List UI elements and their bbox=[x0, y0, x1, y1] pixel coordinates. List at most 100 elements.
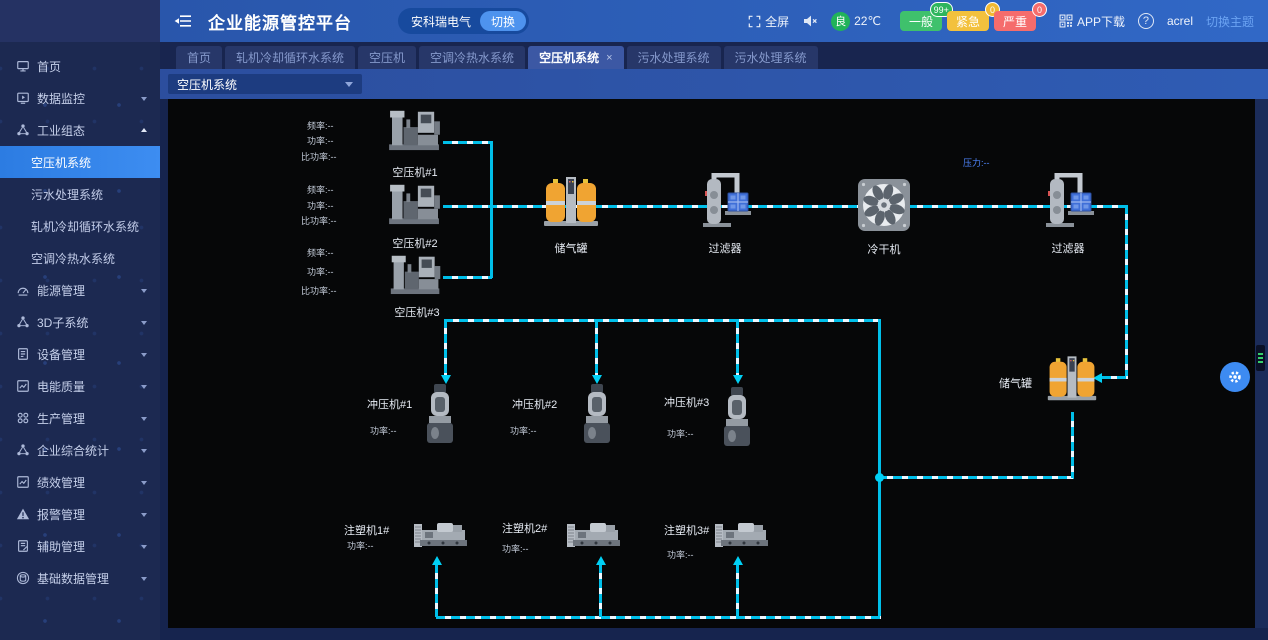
sidebar-item-power-quality[interactable]: 电能质量 bbox=[0, 370, 160, 402]
sidebar-item-label: 生产管理 bbox=[37, 410, 85, 427]
alarm-severe-badge[interactable]: 严重0 bbox=[994, 11, 1036, 31]
fullscreen-button[interactable]: 全屏 bbox=[748, 13, 789, 30]
air-compressor-3[interactable] bbox=[388, 251, 444, 296]
app-download-button[interactable]: APP下载 bbox=[1059, 13, 1125, 30]
sidebar-subitem-air-compressor[interactable]: 空压机系统 bbox=[0, 146, 160, 178]
injection-machine-1[interactable] bbox=[413, 521, 469, 551]
tab-home[interactable]: 首页 bbox=[176, 46, 222, 69]
tab-air-compressor[interactable]: 空压机 bbox=[358, 46, 416, 69]
alarm-urgent-badge[interactable]: 紧急0 bbox=[947, 11, 989, 31]
alarm-severe-label: 严重 bbox=[1003, 13, 1027, 30]
pipe-segment bbox=[443, 276, 492, 279]
sidebar-item-equipment-mgmt[interactable]: 设备管理 bbox=[0, 338, 160, 370]
nodes-icon bbox=[16, 443, 30, 457]
flow-arrow bbox=[432, 556, 442, 565]
sidebar-item-performance-mgmt[interactable]: 绩效管理 bbox=[0, 466, 160, 498]
air-compressor-1[interactable] bbox=[386, 106, 444, 152]
sidebar-item-label: 污水处理系统 bbox=[31, 186, 103, 203]
air-compressor-2[interactable] bbox=[386, 180, 444, 226]
pipe-segment bbox=[490, 141, 493, 278]
alarm-general-badge[interactable]: 一般99+ bbox=[900, 11, 942, 31]
tab-close-icon[interactable]: × bbox=[606, 52, 612, 64]
injection-machine-2[interactable] bbox=[566, 521, 622, 551]
org-pill: 安科瑞电气 切换 bbox=[398, 8, 529, 34]
tab-label: 污水处理系统 bbox=[638, 49, 710, 66]
fullscreen-icon bbox=[748, 15, 761, 28]
sidebar-item-3d-subsystem[interactable]: 3D子系统 bbox=[0, 306, 160, 338]
injection-machine-3[interactable] bbox=[714, 521, 770, 551]
sidebar-item-energy-mgmt[interactable]: 能源管理 bbox=[0, 274, 160, 306]
equipment-label: 冲压机#2 bbox=[512, 396, 557, 412]
scrollbar-thumb[interactable] bbox=[1256, 345, 1265, 371]
chevron-down-icon bbox=[141, 417, 147, 424]
equipment-label: 冷干机 bbox=[856, 241, 912, 257]
filter-2[interactable] bbox=[1040, 173, 1096, 229]
equipment-label: 空压机#2 bbox=[386, 235, 444, 251]
param-specific-power: 比功率:-- bbox=[301, 284, 337, 297]
param-power: 功率:-- bbox=[347, 539, 374, 552]
nodes-icon bbox=[16, 315, 30, 329]
tab-sewage-2[interactable]: 污水处理系统 bbox=[724, 46, 818, 69]
tab-label: 空压机 bbox=[369, 49, 405, 66]
sidebar-subitem-sewage[interactable]: 污水处理系统 bbox=[0, 178, 160, 210]
sidebar-item-label: 轧机冷却循环水系统 bbox=[31, 218, 139, 235]
weather-widget: 良22℃ bbox=[831, 12, 881, 31]
pipe-segment bbox=[1125, 205, 1128, 379]
settings-fab-button[interactable] bbox=[1220, 362, 1250, 392]
sidebar-item-base-data-mgmt[interactable]: 基础数据管理 bbox=[0, 562, 160, 594]
gas-storage-tank-1[interactable] bbox=[542, 171, 600, 229]
chevron-up-icon bbox=[141, 125, 147, 132]
equipment-label: 注塑机3# bbox=[664, 522, 709, 538]
sidebar-item-label: 工业组态 bbox=[37, 122, 85, 139]
system-select[interactable]: 空压机系统 bbox=[168, 74, 362, 94]
gauge-icon bbox=[16, 283, 30, 297]
org-switch-button[interactable]: 切换 bbox=[480, 11, 526, 31]
chart-icon bbox=[16, 475, 30, 489]
sidebar-item-enterprise-stats[interactable]: 企业综合统计 bbox=[0, 434, 160, 466]
punch-machine-3[interactable] bbox=[724, 387, 750, 449]
sidebar-item-label: 企业综合统计 bbox=[37, 442, 109, 459]
pipe-segment bbox=[443, 141, 492, 144]
chevron-down-icon bbox=[141, 385, 147, 392]
sidebar-item-label: 3D子系统 bbox=[37, 314, 88, 331]
tab-mill-cooling[interactable]: 轧机冷却循环水系统 bbox=[225, 46, 355, 69]
punch-machine-2[interactable] bbox=[584, 384, 610, 446]
punch-machine-1[interactable] bbox=[427, 384, 453, 446]
sidebar-subitem-hvac-water[interactable]: 空调冷热水系统 bbox=[0, 242, 160, 274]
tab-air-compressor-system[interactable]: 空压机系统× bbox=[528, 46, 623, 69]
param-power: 功率:-- bbox=[307, 134, 334, 147]
param-power: 功率:-- bbox=[510, 424, 537, 437]
pipe-segment bbox=[1102, 376, 1128, 379]
sidebar-item-auxiliary-mgmt[interactable]: 辅助管理 bbox=[0, 530, 160, 562]
sidebar-item-home[interactable]: 首页 bbox=[0, 50, 160, 82]
sidebar-item-label: 能源管理 bbox=[37, 282, 85, 299]
equipment-label: 储气罐 bbox=[542, 240, 600, 256]
username[interactable]: acrel bbox=[1167, 14, 1193, 28]
param-pressure: 压力:-- bbox=[963, 156, 990, 169]
sidebar-subitem-mill-cooling[interactable]: 轧机冷却循环水系统 bbox=[0, 210, 160, 242]
filter-1[interactable] bbox=[697, 173, 753, 229]
gas-storage-tank-2[interactable] bbox=[1046, 351, 1098, 403]
help-button[interactable]: ? bbox=[1138, 13, 1154, 29]
sidebar-item-industrial-config[interactable]: 工业组态 bbox=[0, 114, 160, 146]
monitor-icon bbox=[16, 91, 30, 105]
sidebar-item-alarm-mgmt[interactable]: 报警管理 bbox=[0, 498, 160, 530]
header-controls: 全屏 良22℃ 一般99+ 紧急0 严重0 APP下载 ? acrel 切换主题 bbox=[748, 11, 1254, 31]
collapse-menu-icon[interactable] bbox=[174, 14, 192, 28]
flow-arrow bbox=[596, 556, 606, 565]
equipment-label: 储气罐 bbox=[999, 375, 1032, 391]
refrigerated-dryer[interactable] bbox=[856, 177, 912, 233]
tab-hvac-water[interactable]: 空调冷热水系统 bbox=[419, 46, 525, 69]
sidebar-item-production-mgmt[interactable]: 生产管理 bbox=[0, 402, 160, 434]
right-scroll-strip bbox=[1255, 99, 1268, 628]
sidebar-item-data-monitor[interactable]: 数据监控 bbox=[0, 82, 160, 114]
flow-arrow bbox=[733, 375, 743, 384]
switch-theme-link[interactable]: 切换主题 bbox=[1206, 13, 1254, 30]
sidebar-item-label: 报警管理 bbox=[37, 506, 85, 523]
speaker-mute-icon[interactable] bbox=[802, 13, 818, 29]
sidebar-item-label: 绩效管理 bbox=[37, 474, 85, 491]
book-icon bbox=[16, 347, 30, 361]
param-power: 功率:-- bbox=[307, 199, 334, 212]
alarm-urgent-label: 紧急 bbox=[956, 13, 980, 30]
tab-sewage-1[interactable]: 污水处理系统 bbox=[627, 46, 721, 69]
